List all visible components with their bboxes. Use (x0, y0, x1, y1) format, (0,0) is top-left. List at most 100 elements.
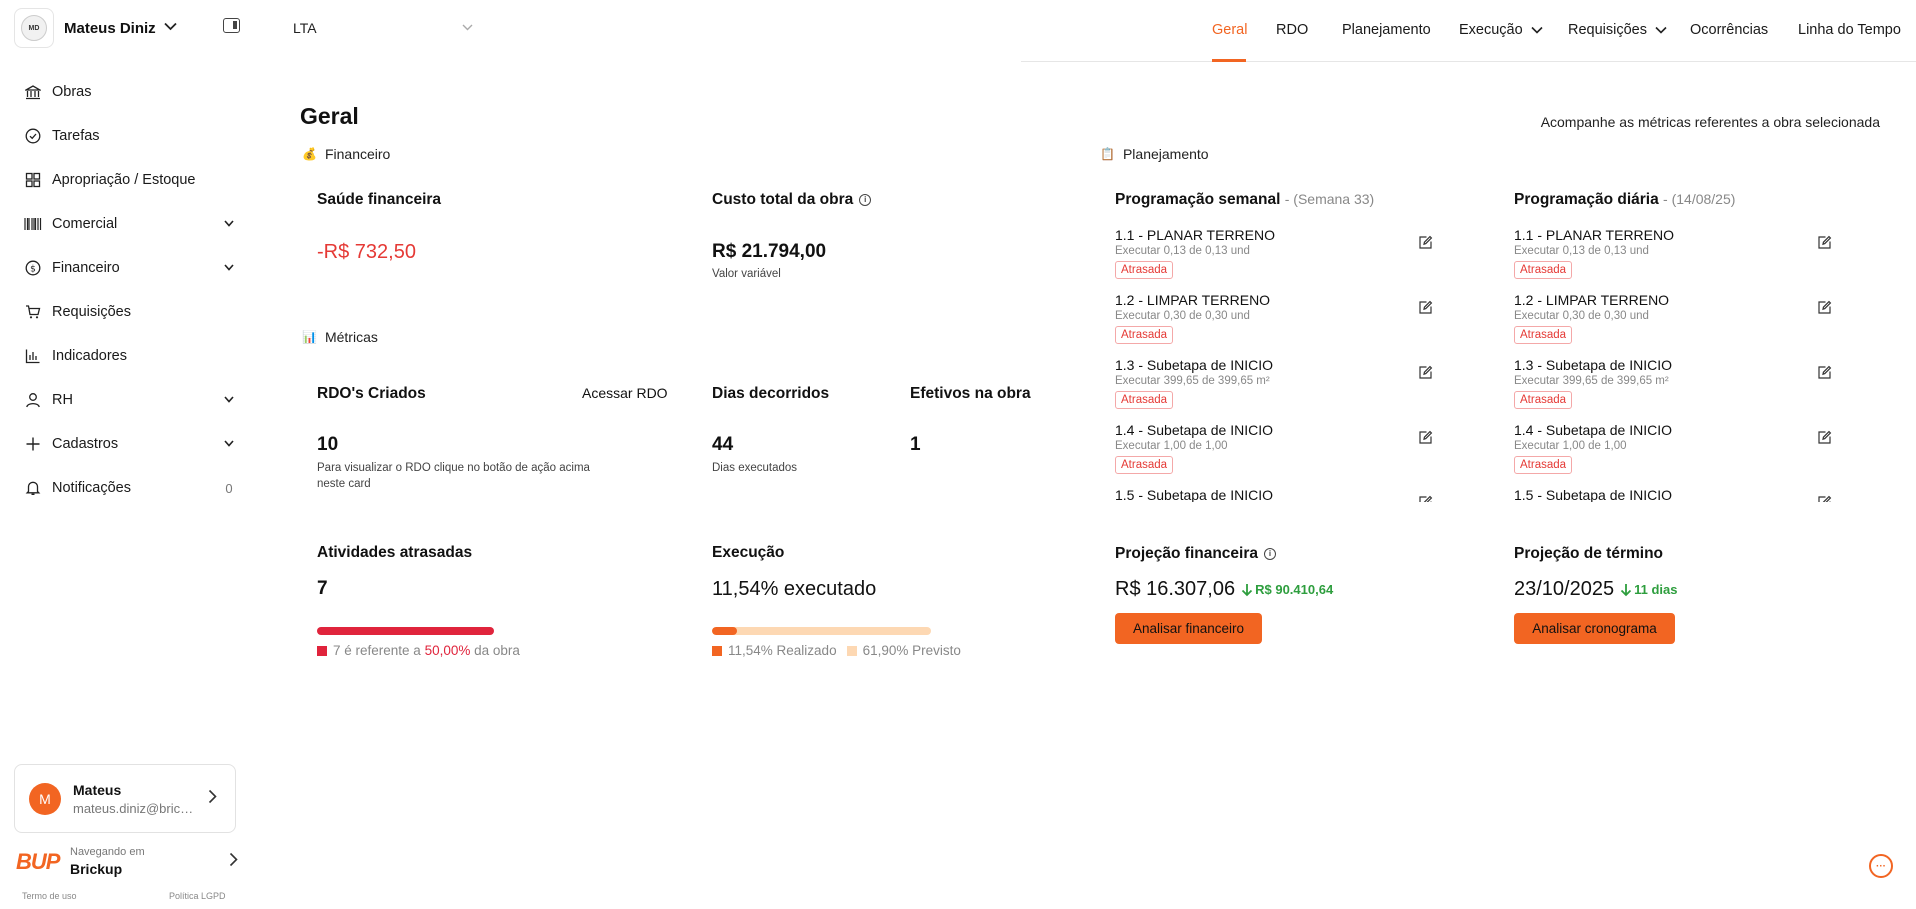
workspace-switcher[interactable]: BUP Navegando em Brickup (16, 846, 238, 877)
info-icon[interactable]: i (859, 193, 872, 206)
projecao-termino-delta-value: 11 dias (1634, 582, 1678, 597)
tab-execucao[interactable]: Execução (1459, 22, 1543, 38)
sidebar-item-label: Indicadores (52, 348, 127, 364)
activity-quantity: Executar 1,00 de 1,00 (1514, 440, 1627, 452)
user-email: mateus.diniz@brickup.com.br (73, 800, 198, 816)
sidebar-item-comercial[interactable]: Comercial (24, 202, 236, 246)
chevron-down-icon (222, 218, 236, 230)
sidebar-item-tarefas[interactable]: Tarefas (24, 114, 236, 158)
edit-icon[interactable] (1817, 235, 1832, 250)
edit-icon[interactable] (1418, 365, 1433, 380)
status-badge: Atrasada (1514, 261, 1573, 279)
tab-rdo[interactable]: RDO (1276, 22, 1308, 38)
cart-icon (24, 303, 42, 321)
execucao-legend-realizado: 11,54% Realizado (728, 643, 837, 658)
info-icon[interactable]: i (1264, 547, 1277, 560)
acessar-rdo-button[interactable]: Acessar RDO (582, 385, 668, 401)
barcode-icon (24, 215, 42, 233)
tab-requisicoes[interactable]: Requisições (1568, 22, 1667, 38)
edit-icon[interactable] (1817, 300, 1832, 315)
edit-icon[interactable] (1817, 430, 1832, 445)
dias-decorridos-title: Dias decorridos (712, 385, 830, 402)
chevron-down-icon (164, 22, 177, 34)
page-title: Geral (300, 103, 359, 129)
sidebar-toggle-icon[interactable] (223, 18, 240, 33)
arrow-down-icon (1241, 583, 1253, 596)
activity-title: 1.4 - Subetapa de INICIO (1115, 422, 1273, 438)
org-switcher[interactable]: MD Mateus Diniz (14, 8, 177, 48)
chevron-down-icon (222, 438, 236, 450)
sidebar-item-label: Cadastros (52, 436, 119, 452)
status-badge: Atrasada (1514, 391, 1573, 409)
org-name: Mateus Diniz (64, 19, 156, 37)
efetivos-title: Efetivos na obra (910, 385, 1031, 402)
saude-financeira-title: Saúde financeira (317, 191, 442, 208)
list-item: 1.1 - PLANAR TERRENO Executar 0,13 de 0,1… (1514, 227, 1854, 292)
bar-chart-icon (24, 347, 42, 365)
programacao-semanal-label: Programação semanal (1115, 191, 1281, 208)
edit-icon[interactable] (1418, 495, 1433, 502)
edit-icon[interactable] (1418, 430, 1433, 445)
custo-total-label: Custo total da obra (712, 191, 854, 208)
sidebar-item-requisicoes[interactable]: Requisições (24, 290, 236, 334)
programacao-diaria-sub: - (14/08/25) (1663, 191, 1736, 207)
sidebar-item-label: RH (52, 392, 73, 408)
list-item: 1.2 - LIMPAR TERRENO Executar 0,30 de 0,3… (1514, 292, 1854, 357)
activity-quantity: Executar 399,65 de 399,65 m² (1115, 375, 1270, 387)
activity-title: 1.4 - Subetapa de INICIO (1514, 422, 1672, 438)
terms-link[interactable]: Termo de uso (22, 891, 77, 901)
edit-icon[interactable] (1817, 365, 1832, 380)
tab-planejamento[interactable]: Planejamento (1342, 22, 1431, 38)
notification-count: 0 (225, 480, 233, 496)
sidebar-item-rh[interactable]: RH (24, 378, 236, 422)
programacao-diaria-label: Programação diária (1514, 191, 1659, 208)
list-item: 1.3 - Subetapa de INICIO Executar 399,65 … (1115, 357, 1455, 422)
section-planejamento-label: Planejamento (1122, 146, 1209, 162)
atrasadas-legend: 7 é referente a 50,00% da obra (317, 643, 520, 658)
sidebar-item-cadastros[interactable]: Cadastros (24, 422, 236, 466)
sidebar-item-financeiro[interactable]: $ Financeiro (24, 246, 236, 290)
activity-quantity: Executar 0,30 de 0,30 und (1514, 310, 1649, 322)
sidebar-item-apropriacao-estoque[interactable]: Apropriação / Estoque (24, 158, 236, 202)
bell-icon (24, 479, 42, 497)
section-metricas: 📊 Métricas (302, 329, 378, 345)
user-icon (24, 391, 42, 409)
rdo-criados-value: 10 (317, 434, 339, 455)
dias-decorridos-note: Dias executados (712, 462, 798, 474)
edit-icon[interactable] (1418, 300, 1433, 315)
activity-title: 1.1 - PLANAR TERRENO (1514, 227, 1675, 243)
activity-quantity: Executar 399,65 de 399,65 m² (1514, 375, 1669, 387)
sidebar-item-notificacoes[interactable]: Notificações 0 (24, 466, 236, 510)
execucao-title: Execução (712, 544, 785, 561)
tab-ocorrencias[interactable]: Ocorrências (1690, 22, 1768, 38)
execucao-legend-previsto: 61,90% Previsto (862, 643, 961, 658)
analisar-cronograma-button[interactable]: Analisar cronograma (1514, 613, 1675, 644)
tab-geral[interactable]: Geral (1212, 22, 1247, 38)
chat-support-icon[interactable]: ··· (1869, 854, 1893, 878)
edit-icon[interactable] (1817, 495, 1832, 502)
projecao-financeira-title: Projeção financeira i (1115, 545, 1277, 563)
chevron-down-icon (222, 262, 236, 274)
edit-icon[interactable] (1418, 235, 1433, 250)
activity-title: 1.2 - LIMPAR TERRENO (1115, 292, 1271, 308)
obra-select[interactable]: LTA (293, 20, 473, 36)
atrasadas-legend-pct: 50,00% (424, 643, 471, 658)
user-card[interactable]: M Mateus mateus.diniz@brickup.com.br (14, 764, 236, 833)
check-circle-icon (24, 127, 42, 145)
tab-execucao-label: Execução (1459, 22, 1523, 38)
sidebar-item-obras[interactable]: Obras (24, 70, 236, 114)
legend-swatch (317, 645, 327, 656)
brand-sub: Navegando em (70, 846, 145, 858)
custo-total-value: R$ 21.794,00 (712, 241, 827, 262)
activity-quantity: Executar 1,00 de 1,00 (1115, 440, 1228, 452)
execucao-bar-previsto (712, 627, 931, 635)
projecao-financeira-value: R$ 16.307,06 (1115, 578, 1236, 600)
tab-linha-do-tempo[interactable]: Linha do Tempo (1798, 22, 1901, 38)
sidebar-nav: Obras Tarefas Apropriação / Estoque Comerci… (24, 70, 236, 510)
privacy-link[interactable]: Política LGPD (169, 891, 226, 901)
analisar-financeiro-button[interactable]: Analisar financeiro (1115, 613, 1262, 644)
dollar-circle-icon: $ (24, 259, 42, 277)
sidebar-item-indicadores[interactable]: Indicadores (24, 334, 236, 378)
activity-quantity: Executar 0,13 de 0,13 und (1115, 245, 1250, 257)
plus-icon (24, 435, 42, 453)
